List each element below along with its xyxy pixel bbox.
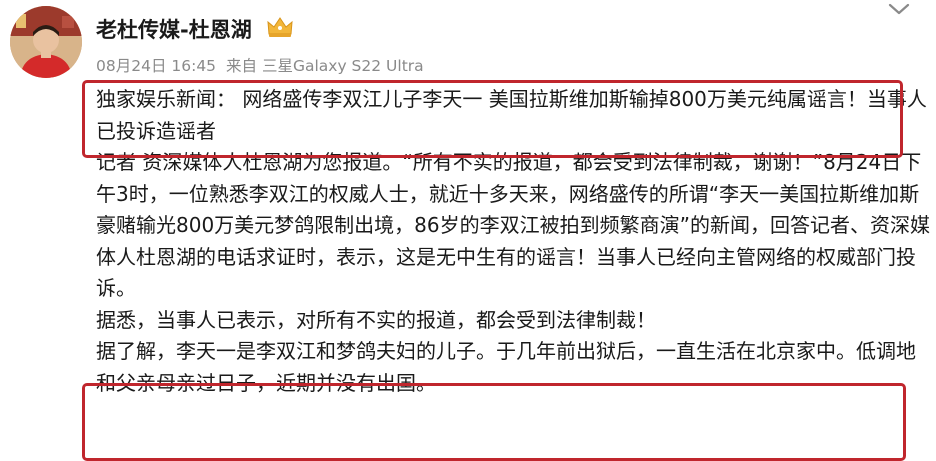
crown-icon — [266, 15, 294, 39]
post-meta: 08月24日 16:45 来自 三星Galaxy S22 Ultra — [96, 54, 434, 76]
post-source: 来自 三星Galaxy S22 Ultra — [226, 57, 424, 75]
post-paragraph: 据悉，当事人已表示，对所有不实的报道，都会受到法律制裁！ — [96, 307, 656, 332]
post-paragraph: 记者 资深媒体人杜恩湖为您报道。“所有不实的报道，都会受到法律制裁，谢谢！”8月… — [96, 150, 930, 300]
post-date[interactable]: 08月24日 16:45 — [96, 57, 216, 75]
post-body: 独家娱乐新闻： 网络盛传李双江儿子李天一 美国拉斯维加斯输掉800万美元纯属谣言… — [96, 84, 932, 399]
chevron-down-icon[interactable] — [886, 0, 912, 20]
avatar[interactable] — [10, 6, 82, 78]
post-header: 老杜传媒-杜恩湖 08月24日 16:45 来自 三星Galaxy S22 Ult… — [8, 0, 928, 82]
post-paragraph: 据了解，李天一是李双江和梦鸽夫妇的儿子。于几年前出狱后，一直生活在北京家中。低调… — [96, 339, 916, 395]
author-name[interactable]: 老杜传媒-杜恩湖 — [96, 14, 252, 44]
post-headline: 独家娱乐新闻： 网络盛传李双江儿子李天一 美国拉斯维加斯输掉800万美元纯属谣言… — [96, 87, 927, 143]
